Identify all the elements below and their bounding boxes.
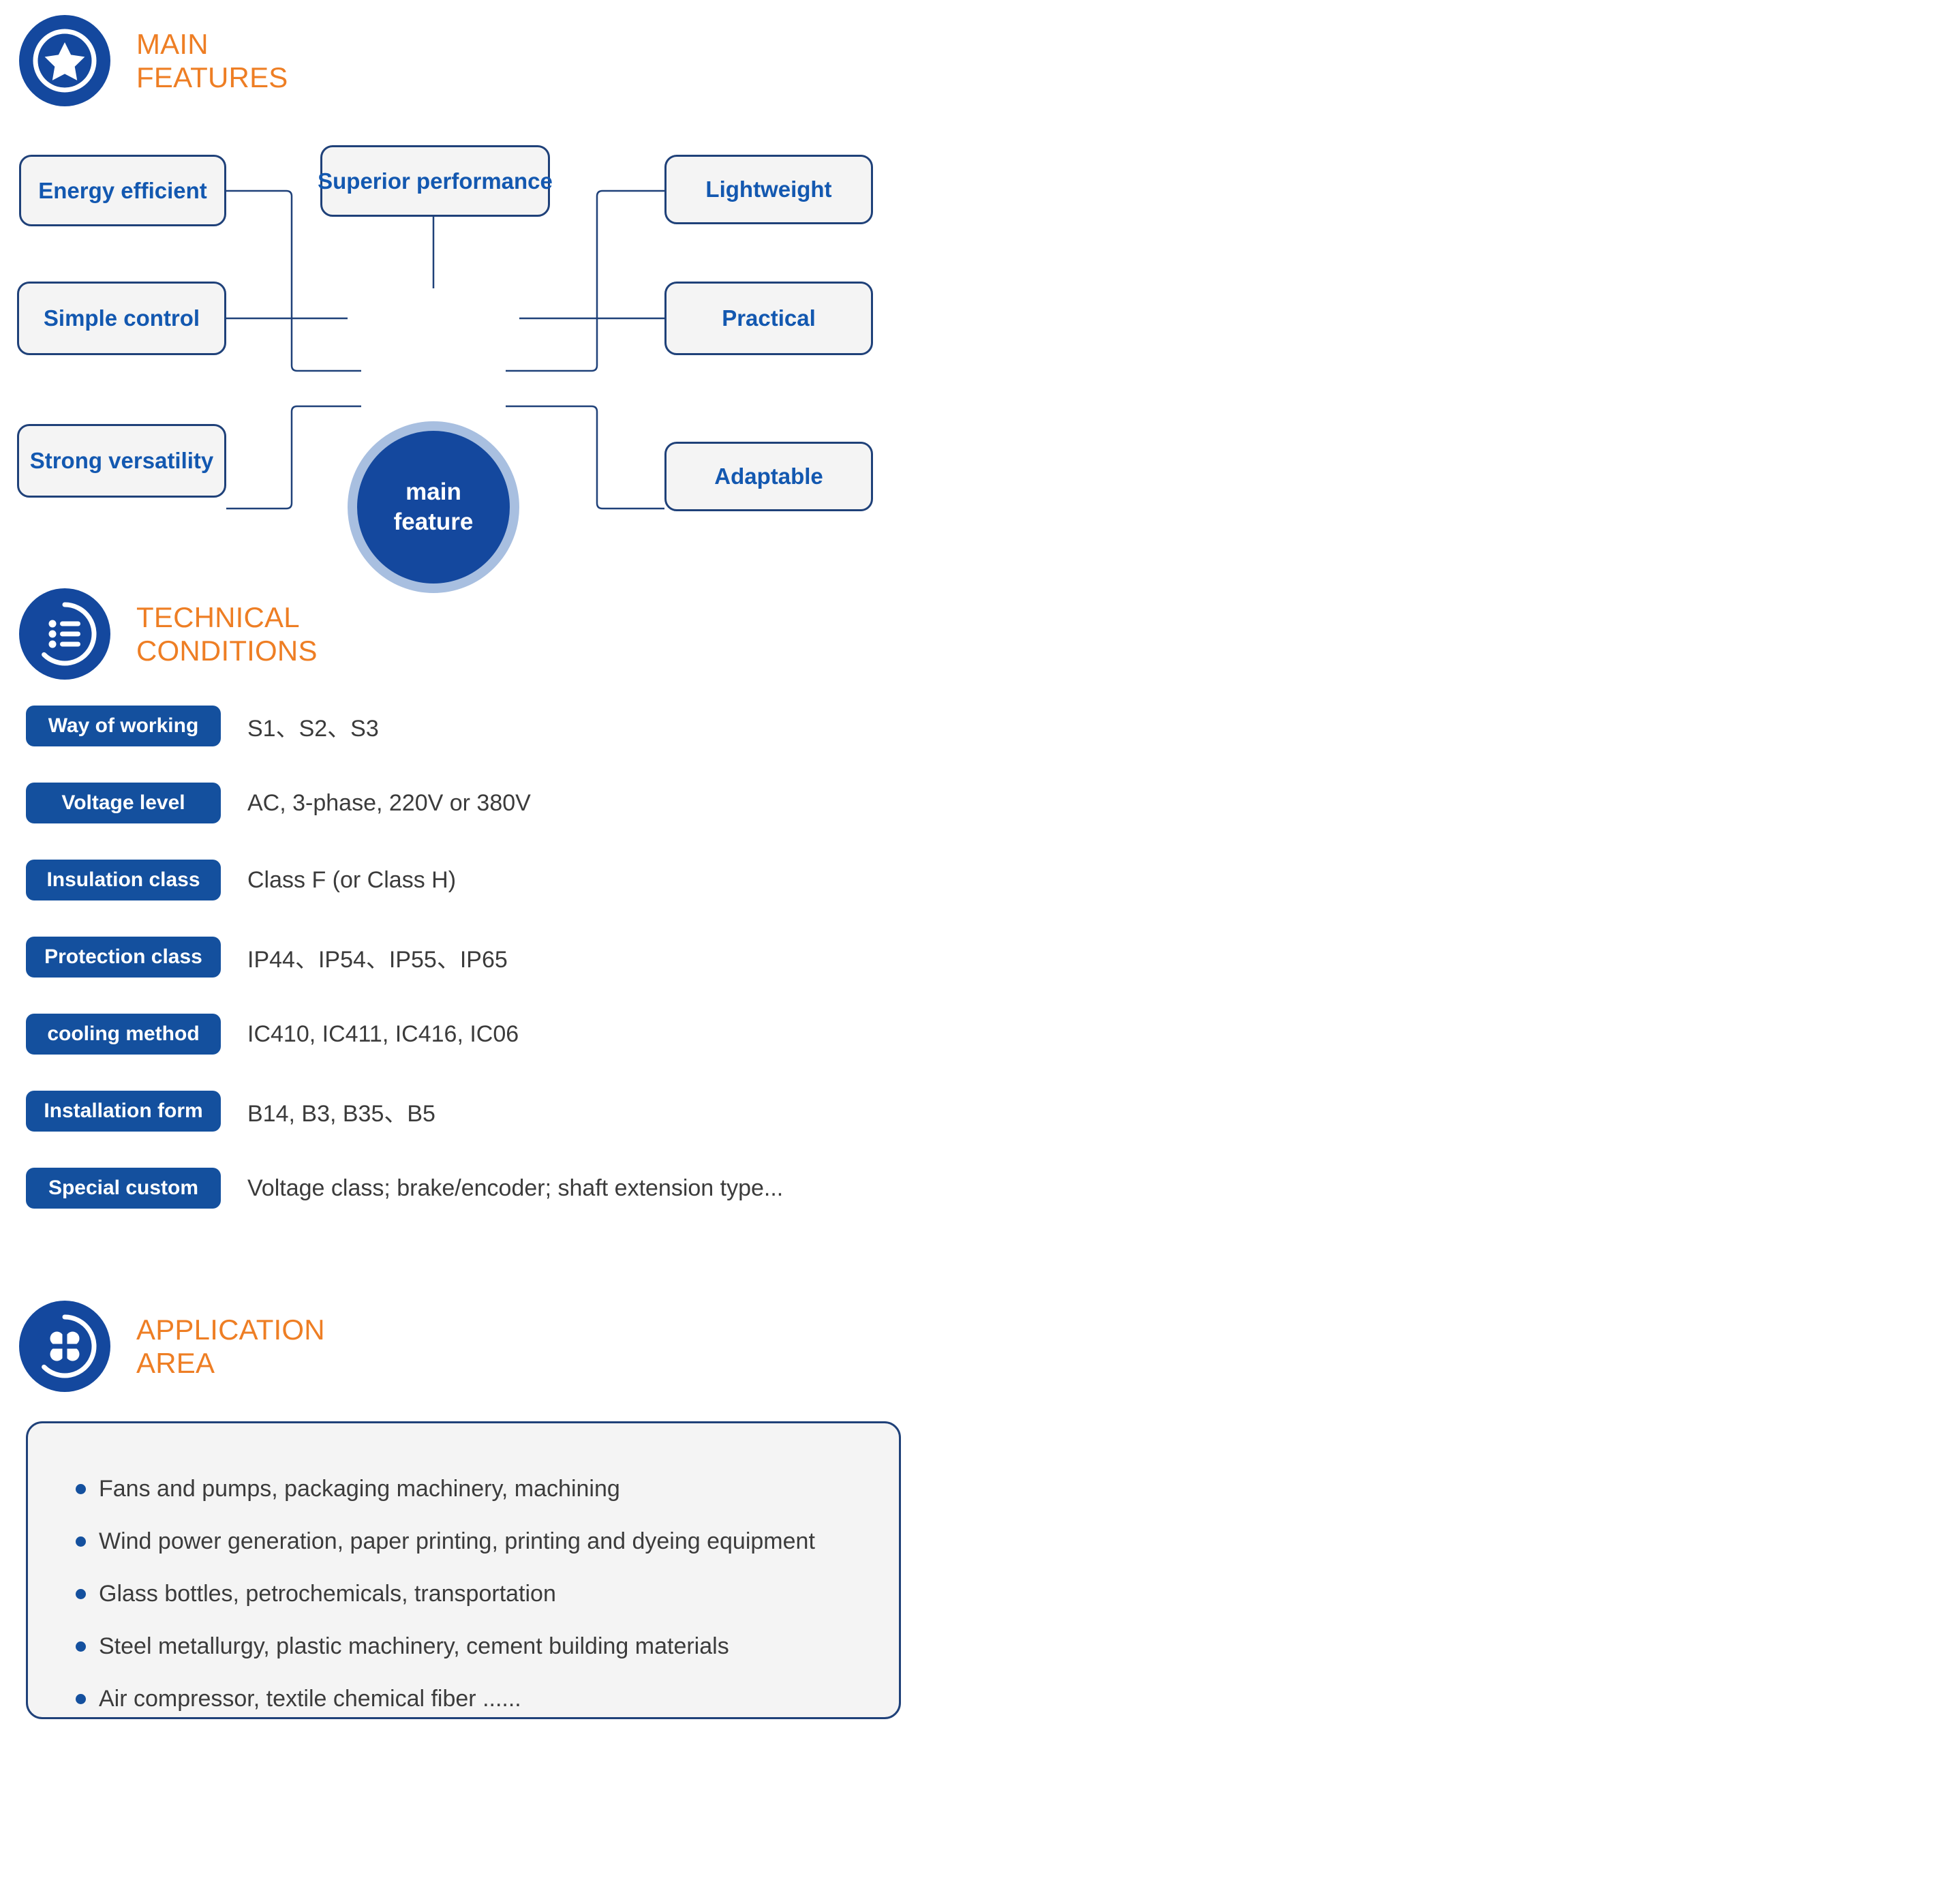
technical-conditions-title: TECHNICAL CONDITIONS (136, 601, 318, 667)
application-area-box: Fans and pumps, packaging machinery, mac… (26, 1421, 901, 1719)
bullet-icon (76, 1484, 86, 1494)
main-features-mindmap: Energy efficient Superior performance Li… (0, 133, 954, 593)
spec-label: Voltage level (61, 791, 185, 814)
technical-conditions-list: Way of working S1、S2、S3 Voltage level AC… (0, 706, 1090, 1245)
application-list-item: Fans and pumps, packaging machinery, mac… (76, 1463, 899, 1515)
spec-row: Way of working S1、S2、S3 (0, 706, 1090, 783)
feature-label: Energy efficient (38, 177, 207, 203)
spec-label: Special custom (48, 1177, 199, 1199)
spec-row: Insulation class Class F (or Class H) (0, 860, 1090, 937)
feature-label: Lightweight (705, 177, 832, 202)
spec-label: Installation form (44, 1100, 203, 1122)
spec-label: Way of working (48, 714, 199, 737)
feature-box-strong-versatility[interactable]: Strong versatility (17, 424, 226, 498)
list-circle-icon (19, 588, 110, 680)
application-area-header: APPLICATION AREA (19, 1301, 325, 1392)
spec-value: AC, 3-phase, 220V or 380V (247, 789, 531, 816)
spec-label: Insulation class (46, 868, 200, 891)
spec-label: cooling method (47, 1023, 200, 1045)
star-badge-icon (19, 15, 110, 106)
feature-label: Practical (722, 305, 816, 331)
spec-label-badge: Installation form (26, 1091, 221, 1132)
spec-label: Protection class (44, 945, 202, 968)
application-list-item: Wind power generation, paper printing, p… (76, 1515, 899, 1568)
feature-box-adaptable[interactable]: Adaptable (664, 442, 873, 511)
spec-value: Voltage class; brake/encoder; shaft exte… (247, 1175, 784, 1201)
main-features-title: MAIN FEATURES (136, 27, 288, 93)
spec-label-badge: Insulation class (26, 860, 221, 900)
application-text: Glass bottles, petrochemicals, transport… (99, 1581, 556, 1607)
spec-label-badge: Special custom (26, 1168, 221, 1209)
feature-box-lightweight[interactable]: Lightweight (664, 155, 873, 224)
center-node-line1: main (405, 478, 461, 505)
spec-value: S1、S2、S3 (247, 715, 379, 742)
feature-label: Superior performance (318, 168, 553, 194)
feature-box-simple-control[interactable]: Simple control (17, 282, 226, 355)
application-list-item: Glass bottles, petrochemicals, transport… (76, 1568, 899, 1620)
spec-row: cooling method IC410, IC411, IC416, IC06 (0, 1014, 1090, 1091)
spec-row: Installation form B14, B3, B35、B5 (0, 1091, 1090, 1168)
clover-circle-icon (19, 1301, 110, 1392)
spec-row: Protection class IP44、IP54、IP55、IP65 (0, 937, 1090, 1014)
bullet-icon (76, 1641, 86, 1652)
spec-label-badge: Protection class (26, 937, 221, 978)
technical-conditions-header: TECHNICAL CONDITIONS (19, 588, 318, 680)
spec-label-badge: Way of working (26, 706, 221, 746)
spec-label-badge: Voltage level (26, 783, 221, 823)
bullet-icon (76, 1536, 86, 1547)
feature-label: Strong versatility (29, 448, 214, 473)
feature-box-practical[interactable]: Practical (664, 282, 873, 355)
feature-label: Simple control (43, 305, 200, 331)
spec-row: Special custom Voltage class; brake/enco… (0, 1168, 1090, 1245)
application-list-item: Air compressor, textile chemical fiber .… (76, 1673, 899, 1725)
spec-value: B14, B3, B35、B5 (247, 1100, 435, 1127)
main-features-header: MAIN FEATURES (19, 15, 288, 106)
feature-box-superior-performance[interactable]: Superior performance (318, 145, 553, 217)
spec-value: IP44、IP54、IP55、IP65 (247, 946, 508, 973)
spec-label-badge: cooling method (26, 1014, 221, 1055)
spec-row: Voltage level AC, 3-phase, 220V or 380V (0, 783, 1090, 860)
spec-value: IC410, IC411, IC416, IC06 (247, 1020, 519, 1047)
application-list-item: Steel metallurgy, plastic machinery, cem… (76, 1620, 899, 1673)
application-text: Steel metallurgy, plastic machinery, cem… (99, 1633, 729, 1659)
feature-label: Adaptable (714, 464, 823, 489)
spec-value: Class F (or Class H) (247, 866, 457, 893)
application-text: Fans and pumps, packaging machinery, mac… (99, 1476, 620, 1502)
application-area-title: APPLICATION AREA (136, 1313, 325, 1379)
application-text: Air compressor, textile chemical fiber .… (99, 1686, 521, 1712)
center-node-line2: feature (393, 509, 474, 535)
feature-box-energy-efficient[interactable]: Energy efficient (19, 155, 226, 226)
application-text: Wind power generation, paper printing, p… (99, 1528, 815, 1554)
mindmap-center-node[interactable]: main feature (348, 421, 519, 593)
bullet-icon (76, 1694, 86, 1704)
bullet-icon (76, 1589, 86, 1599)
